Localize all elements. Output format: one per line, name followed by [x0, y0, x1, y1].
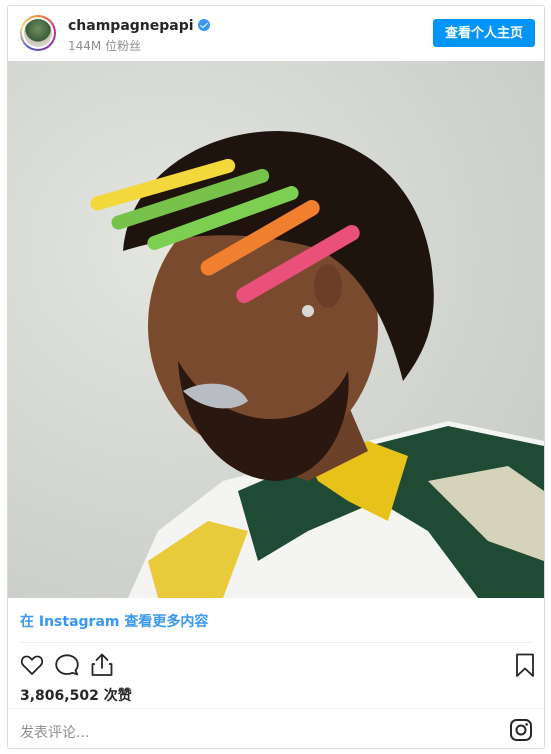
comment-bubble-icon[interactable]	[53, 651, 81, 679]
photo-illustration	[90, 131, 544, 598]
comment-input[interactable]: 发表评论...	[20, 722, 89, 742]
action-bar	[8, 651, 544, 683]
divider	[20, 642, 532, 643]
verified-badge-icon	[197, 19, 210, 31]
username-row: champagnepapi	[68, 18, 210, 34]
username[interactable]: champagnepapi	[68, 18, 194, 34]
view-profile-button[interactable]: 查看个人主页	[432, 19, 535, 47]
post-photo[interactable]	[8, 61, 544, 598]
share-icon[interactable]	[88, 651, 116, 679]
avatar-image	[22, 17, 54, 49]
instagram-embed-card: champagnepapi 144M 位粉丝 查看个人主页 在 Instagra…	[7, 5, 545, 749]
follower-count: 144M 位粉丝	[68, 39, 142, 53]
like-count: 3,806,502 次赞	[20, 688, 132, 704]
post-header: champagnepapi 144M 位粉丝 查看个人主页	[8, 6, 544, 61]
bookmark-icon[interactable]	[511, 651, 539, 679]
instagram-icon[interactable]	[509, 718, 533, 742]
avatar[interactable]	[20, 15, 56, 51]
heart-icon[interactable]	[18, 651, 46, 679]
divider	[8, 708, 544, 709]
view-more-link[interactable]: 在 Instagram 查看更多内容	[20, 611, 208, 631]
